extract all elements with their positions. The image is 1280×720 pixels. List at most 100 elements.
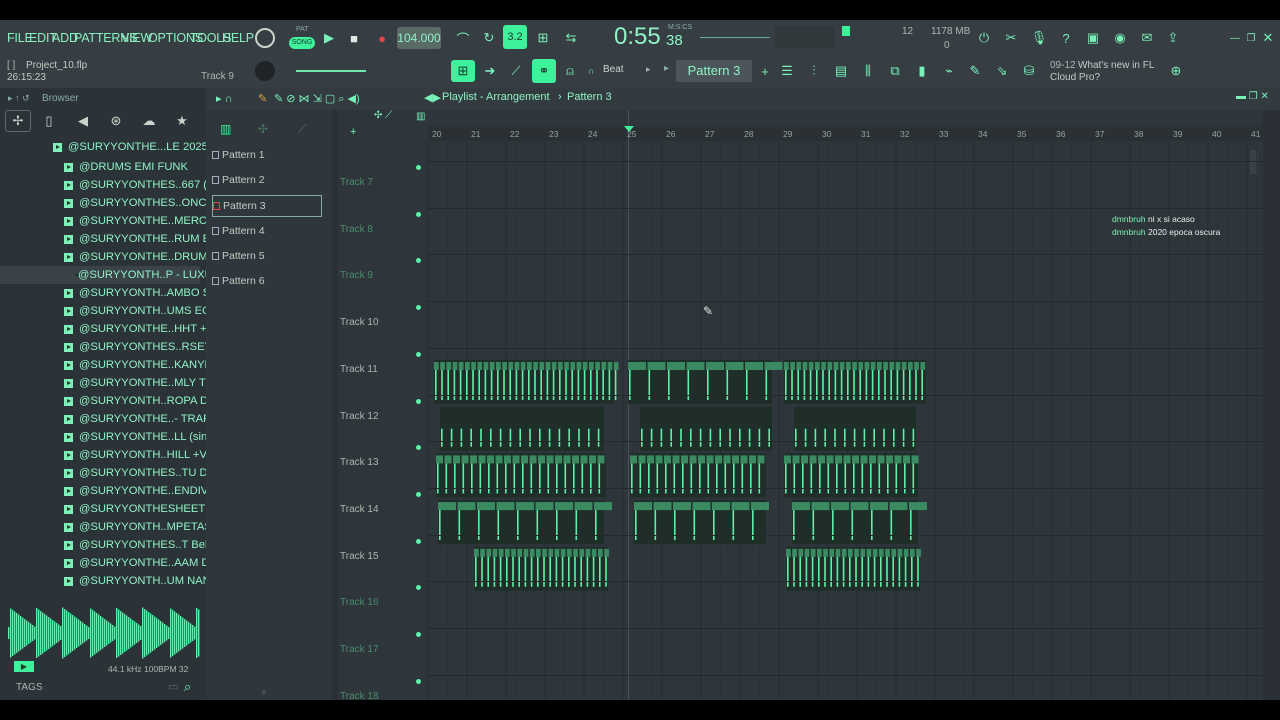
bell-icon[interactable]: ⍝	[559, 60, 581, 82]
sample-play-icon[interactable]: ▶	[14, 661, 34, 672]
tags-label[interactable]: TAGS	[16, 682, 42, 693]
pat-mode[interactable]: PAT	[296, 26, 309, 33]
piano-roll-icon[interactable]: ▤	[830, 60, 852, 82]
picker-auto-icon[interactable]: ⟋	[298, 122, 306, 137]
browser-all-icon[interactable]: ✢	[5, 110, 31, 132]
menu-help[interactable]: HELP	[222, 31, 254, 45]
track-header[interactable]: Track 15	[340, 538, 428, 562]
track-mute-led[interactable]	[416, 165, 421, 170]
browser-item[interactable]: @DRUMS EMI FUNK	[64, 158, 188, 176]
track-mute-led[interactable]	[416, 491, 421, 497]
pen-icon[interactable]: ✎	[964, 60, 986, 82]
chat-icon[interactable]: ✉	[1136, 27, 1158, 49]
shop-icon[interactable]: ⛁	[1018, 60, 1040, 82]
playlist-menu-icon[interactable]: ◀▶	[424, 91, 441, 104]
pattern-item[interactable]: Pattern 3	[212, 195, 322, 218]
plugin-picker-icon[interactable]: ⧉	[884, 60, 906, 82]
metronome-icon[interactable]: ⌒	[452, 27, 474, 49]
pattern-item[interactable]: Pattern 4	[212, 221, 322, 241]
track-mute-led[interactable]	[416, 632, 421, 637]
draw-tool-icon[interactable]: ✎	[258, 92, 267, 105]
draw-icon[interactable]: ⟋	[505, 60, 527, 82]
master-pitch-knob[interactable]	[255, 61, 275, 81]
track-header[interactable]: Track 14	[340, 491, 428, 515]
track-mute-led[interactable]	[416, 678, 421, 684]
loop-record-icon[interactable]: ↻	[478, 27, 500, 49]
tool-strip-icons[interactable]: ✎ ⊘ ⋈ ⇲ ▢ ⌕ ◀)	[274, 92, 360, 106]
track-mute-led[interactable]	[416, 351, 421, 357]
play-icon[interactable]: ▶	[318, 27, 340, 49]
microphone-icon[interactable]: 🎙	[1028, 27, 1050, 49]
file-icon[interactable]: ▮	[911, 60, 933, 82]
master-volume-knob[interactable]	[255, 28, 275, 48]
song-time-main[interactable]: 0:55	[614, 23, 661, 51]
track-header[interactable]: Track 18	[340, 678, 428, 702]
snap-select[interactable]: Beat	[603, 64, 624, 75]
playlist-icon[interactable]: ☰	[776, 60, 798, 82]
track-header[interactable]: Track 16	[340, 585, 428, 608]
record-icon[interactable]: ●	[371, 27, 393, 49]
browser-item[interactable]: @SURYYONTH..P - LUXURY	[0, 266, 228, 284]
snap-arrow-icon[interactable]: ▸	[646, 64, 651, 75]
pattern-selector[interactable]: Pattern 3	[676, 60, 752, 82]
browser-star-icon[interactable]: ★	[171, 110, 193, 132]
folder-open-icon[interactable]: ▭	[168, 680, 178, 693]
pattern-item[interactable]: Pattern 5	[212, 246, 322, 266]
typing-keyboard-icon[interactable]: ⊞	[532, 27, 554, 49]
news-line-2[interactable]: Cloud Pro?	[1050, 72, 1100, 83]
picker-add-icon[interactable]: +	[261, 688, 267, 699]
browser-speaker-icon[interactable]: ◀	[72, 110, 94, 132]
browser-nav-icon[interactable]: ▸ ↑ ↺	[8, 93, 30, 104]
browser-folder-root[interactable]: @SURYYONTHE...LE 2025 1.2	[53, 138, 227, 156]
blend-notes-icon[interactable]: ⇆	[560, 27, 582, 49]
picker-grid-icon[interactable]: ▥	[220, 122, 231, 136]
browser-cloud-icon[interactable]: ☁	[138, 110, 160, 132]
transfer-icon[interactable]: ⇘	[991, 60, 1013, 82]
clip[interactable]	[640, 406, 772, 451]
master-volume-slider[interactable]	[296, 70, 366, 72]
power-icon[interactable]: ⏻	[973, 27, 995, 49]
track-header[interactable]: Track 7	[340, 165, 428, 188]
track-header[interactable]: Track 11	[340, 351, 428, 375]
close-icon[interactable]: ✕	[1257, 27, 1279, 49]
browser-item[interactable]: @SURYYONTH..UMS EGO 2	[64, 302, 229, 320]
globe-icon[interactable]: ⊕	[1165, 60, 1187, 82]
link-icon[interactable]: ⚭	[532, 59, 556, 83]
add-pattern-icon[interactable]: +	[754, 60, 776, 82]
track-header[interactable]: Track 10	[340, 305, 428, 328]
track-header[interactable]: Track 13	[340, 445, 428, 468]
piano-roll-view-icon[interactable]: ⊞	[451, 60, 475, 82]
picker-wave-icon[interactable]: ✣	[258, 122, 268, 136]
track-header[interactable]: Track 12	[340, 398, 428, 422]
track-header[interactable]: Track 8	[340, 211, 428, 235]
stop-icon[interactable]: ■	[343, 27, 365, 49]
plug-icon[interactable]: ⌁	[938, 60, 960, 82]
search-icon[interactable]: ⌕	[184, 679, 191, 695]
export-icon[interactable]: ⇪	[1162, 27, 1184, 49]
playlist-tools-icon[interactable]: ▸ ∩	[216, 92, 232, 105]
track-header[interactable]: Track 9	[340, 258, 428, 281]
browser-plugin-icon[interactable]: ⊛	[105, 110, 127, 132]
headphone-icon[interactable]: ∩	[588, 66, 594, 76]
news-line-1[interactable]: What's new in FL	[1078, 60, 1154, 71]
playlist-window-controls[interactable]: ▬ ❐ ✕	[1236, 91, 1269, 102]
pattern-prev-icon[interactable]: ▸	[664, 63, 669, 74]
track-mute-led[interactable]	[416, 211, 421, 217]
pattern-item[interactable]: Pattern 6	[212, 271, 322, 291]
user-icon[interactable]: ◉	[1109, 27, 1131, 49]
track-header[interactable]: Track 17	[340, 632, 428, 655]
mixer-faders-icon[interactable]: ⫼	[857, 60, 879, 82]
pattern-item[interactable]: Pattern 2	[212, 170, 322, 190]
track-mute-led[interactable]	[416, 398, 421, 404]
arrow-right-icon[interactable]: ➜	[479, 60, 501, 82]
channel-rack-icon[interactable]: ⫶	[803, 60, 825, 82]
help-icon[interactable]: ?	[1055, 27, 1077, 49]
pattern-item[interactable]: Pattern 1	[212, 145, 322, 165]
song-mode-toggle[interactable]: SONG	[289, 37, 315, 49]
tempo-display[interactable]: 104.000	[397, 27, 441, 49]
browser-files-icon[interactable]: ▯	[38, 110, 60, 132]
step-edit-button[interactable]: 3.2	[503, 25, 527, 49]
track-mute-led[interactable]	[416, 538, 421, 544]
save-icon[interactable]: ▣	[1082, 27, 1104, 49]
mixer-icon[interactable]: ✂	[1000, 27, 1022, 49]
